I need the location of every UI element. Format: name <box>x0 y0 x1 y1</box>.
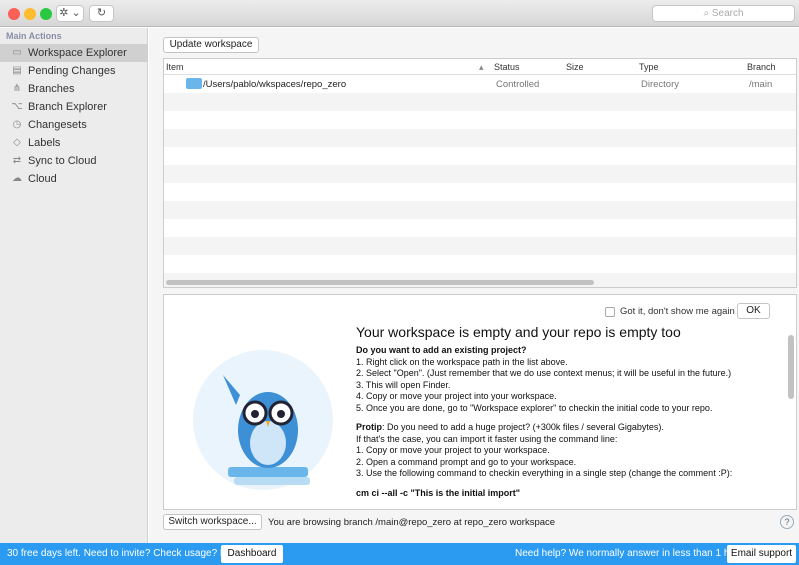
trial-text: 30 free days left. Need to invite? Check… <box>7 548 243 559</box>
sidebar-item-label: Workspace Explorer <box>28 47 127 59</box>
table-header: Item ▴ Status Size Type Branch <box>164 59 796 75</box>
empty-workspace-panel: Got it, don't show me again OK Your work… <box>163 294 797 510</box>
command-text: cm ci --all -c "This is the initial impo… <box>356 487 521 498</box>
search-icon: ⌕ <box>703 8 712 19</box>
search-input[interactable]: ⌕ Search <box>652 5 795 22</box>
protip-label: Protip <box>356 422 382 432</box>
step: 1. Right click on the workspace path in … <box>356 356 568 367</box>
item-type: Directory <box>641 79 680 90</box>
column-header-type[interactable]: Type <box>639 62 659 72</box>
vertical-scrollbar[interactable] <box>788 335 794 399</box>
title-bar: ✲ ⌄ ↻ ⌕ Search <box>0 0 799 27</box>
column-header-size[interactable]: Size <box>566 62 584 72</box>
dont-show-again-checkbox[interactable]: Got it, don't show me again <box>605 306 735 317</box>
sidebar-item-cloud[interactable]: ☁ Cloud <box>0 170 147 188</box>
empty-row <box>164 93 796 111</box>
column-header-branch[interactable]: Branch <box>747 62 776 72</box>
instructions: Your workspace is empty and your repo is… <box>356 323 786 507</box>
browsing-status: You are browsing branch /main@repo_zero … <box>268 517 556 528</box>
step: 2. Open a command prompt and go to your … <box>356 456 577 467</box>
zoom-window-button[interactable] <box>40 8 52 20</box>
sidebar-header: Main Actions <box>6 31 62 41</box>
step: 1. Copy or move your project to your wor… <box>356 445 550 455</box>
gear-menu-button[interactable]: ✲ ⌄ <box>56 5 84 22</box>
sidebar-item-branch-explorer[interactable]: ⌥ Branch Explorer <box>0 98 147 116</box>
history-icon: ◷ <box>12 119 22 130</box>
empty-row <box>164 255 796 273</box>
item-path: /Users/pablo/wkspaces/repo_zero <box>203 79 347 90</box>
branches-icon: ⋔ <box>12 83 22 94</box>
dashboard-button[interactable]: Dashboard <box>221 545 283 563</box>
sort-arrow-icon: ▴ <box>479 62 484 72</box>
update-workspace-button[interactable]: Update workspace <box>163 37 259 53</box>
sidebar-item-label: Pending Changes <box>28 65 116 77</box>
ok-button[interactable]: OK <box>737 303 770 319</box>
empty-row <box>164 129 796 147</box>
minimize-window-button[interactable] <box>24 8 36 20</box>
column-header-status[interactable]: Status <box>494 62 520 72</box>
protip-section: Protip: Do you need to add a huge projec… <box>356 422 786 480</box>
help-button[interactable]: ? <box>780 515 794 529</box>
cloud-icon: ☁ <box>12 173 22 184</box>
step: 2. Select "Open". (Just remember that we… <box>356 368 732 378</box>
refresh-button[interactable]: ↻ <box>89 5 114 22</box>
sidebar-item-label: Labels <box>28 137 61 149</box>
step: 5. Once you are done, go to "Workspace e… <box>356 402 713 413</box>
owl-mascot-illustration <box>193 350 333 490</box>
empty-row <box>164 183 796 201</box>
empty-row <box>164 111 796 129</box>
table-row[interactable]: /Users/pablo/wkspaces/repo_zero Controll… <box>164 75 796 93</box>
empty-row <box>164 237 796 255</box>
sidebar-item-branches[interactable]: ⋔ Branches <box>0 80 147 98</box>
empty-row <box>164 219 796 237</box>
horizontal-scrollbar[interactable] <box>166 280 594 285</box>
help-text: Need help? We normally answer in less th… <box>515 548 747 559</box>
sidebar-item-label: Branches <box>28 83 75 95</box>
column-header-item[interactable]: Item <box>166 62 184 72</box>
tag-icon: ◇ <box>13 137 21 148</box>
workspace-table: Item ▴ Status Size Type Branch /Users/pa… <box>163 58 797 288</box>
sidebar-item-label: Cloud <box>28 173 57 185</box>
sidebar-item-label: Branch Explorer <box>28 101 107 113</box>
sidebar-item-labels[interactable]: ◇ Labels <box>0 134 147 152</box>
existing-project-section: Do you want to add an existing project? … <box>356 345 786 414</box>
item-branch: /main <box>749 79 773 90</box>
main-area: Update workspace Item ▴ Status Size Type… <box>149 28 799 543</box>
email-support-button[interactable]: Email support <box>727 545 796 563</box>
empty-row <box>164 165 796 183</box>
sidebar-item-label: Sync to Cloud <box>28 155 97 167</box>
pending-changes-icon: ▤ <box>12 65 22 76</box>
switch-workspace-button[interactable]: Switch workspace... <box>163 514 262 530</box>
sidebar: Main Actions ▭ Workspace Explorer ▤ Pendin… <box>0 28 148 543</box>
step: If that's the case, you can import it fa… <box>356 433 618 444</box>
item-status: Controlled <box>496 79 540 90</box>
table-body: /Users/pablo/wkspaces/repo_zero Controll… <box>164 75 796 287</box>
step: 3. This will open Finder. <box>356 379 451 390</box>
command-section: cm ci --all -c "This is the initial impo… <box>356 488 786 500</box>
sidebar-item-label: Changesets <box>28 119 87 131</box>
empty-row <box>164 147 796 165</box>
empty-row <box>164 201 796 219</box>
protip-text: : Do you need to add a huge project? (+3… <box>382 422 664 432</box>
sidebar-item-sync-to-cloud[interactable]: ⇄ Sync to Cloud <box>0 152 147 170</box>
folder-icon <box>186 78 202 89</box>
sync-icon: ⇄ <box>12 155 22 166</box>
branch-explorer-icon: ⌥ <box>11 101 23 112</box>
section-heading: Do you want to add an existing project? <box>356 345 527 355</box>
sidebar-item-pending-changes[interactable]: ▤ Pending Changes <box>0 62 147 80</box>
checkbox-label: Got it, don't show me again <box>620 306 735 317</box>
search-placeholder: Search <box>711 8 744 19</box>
sidebar-item-changesets[interactable]: ◷ Changesets <box>0 116 147 134</box>
sidebar-item-workspace-explorer[interactable]: ▭ Workspace Explorer <box>0 44 147 62</box>
footer-bar: 30 free days left. Need to invite? Check… <box>0 543 799 565</box>
close-window-button[interactable] <box>8 8 20 20</box>
folder-icon: ▭ <box>12 47 22 58</box>
panel-title: Your workspace is empty and your repo is… <box>356 324 681 340</box>
step: 3. Use the following command to checkin … <box>356 468 733 478</box>
step: 4. Copy or move your project into your w… <box>356 391 557 401</box>
checkbox-box[interactable] <box>605 306 615 317</box>
